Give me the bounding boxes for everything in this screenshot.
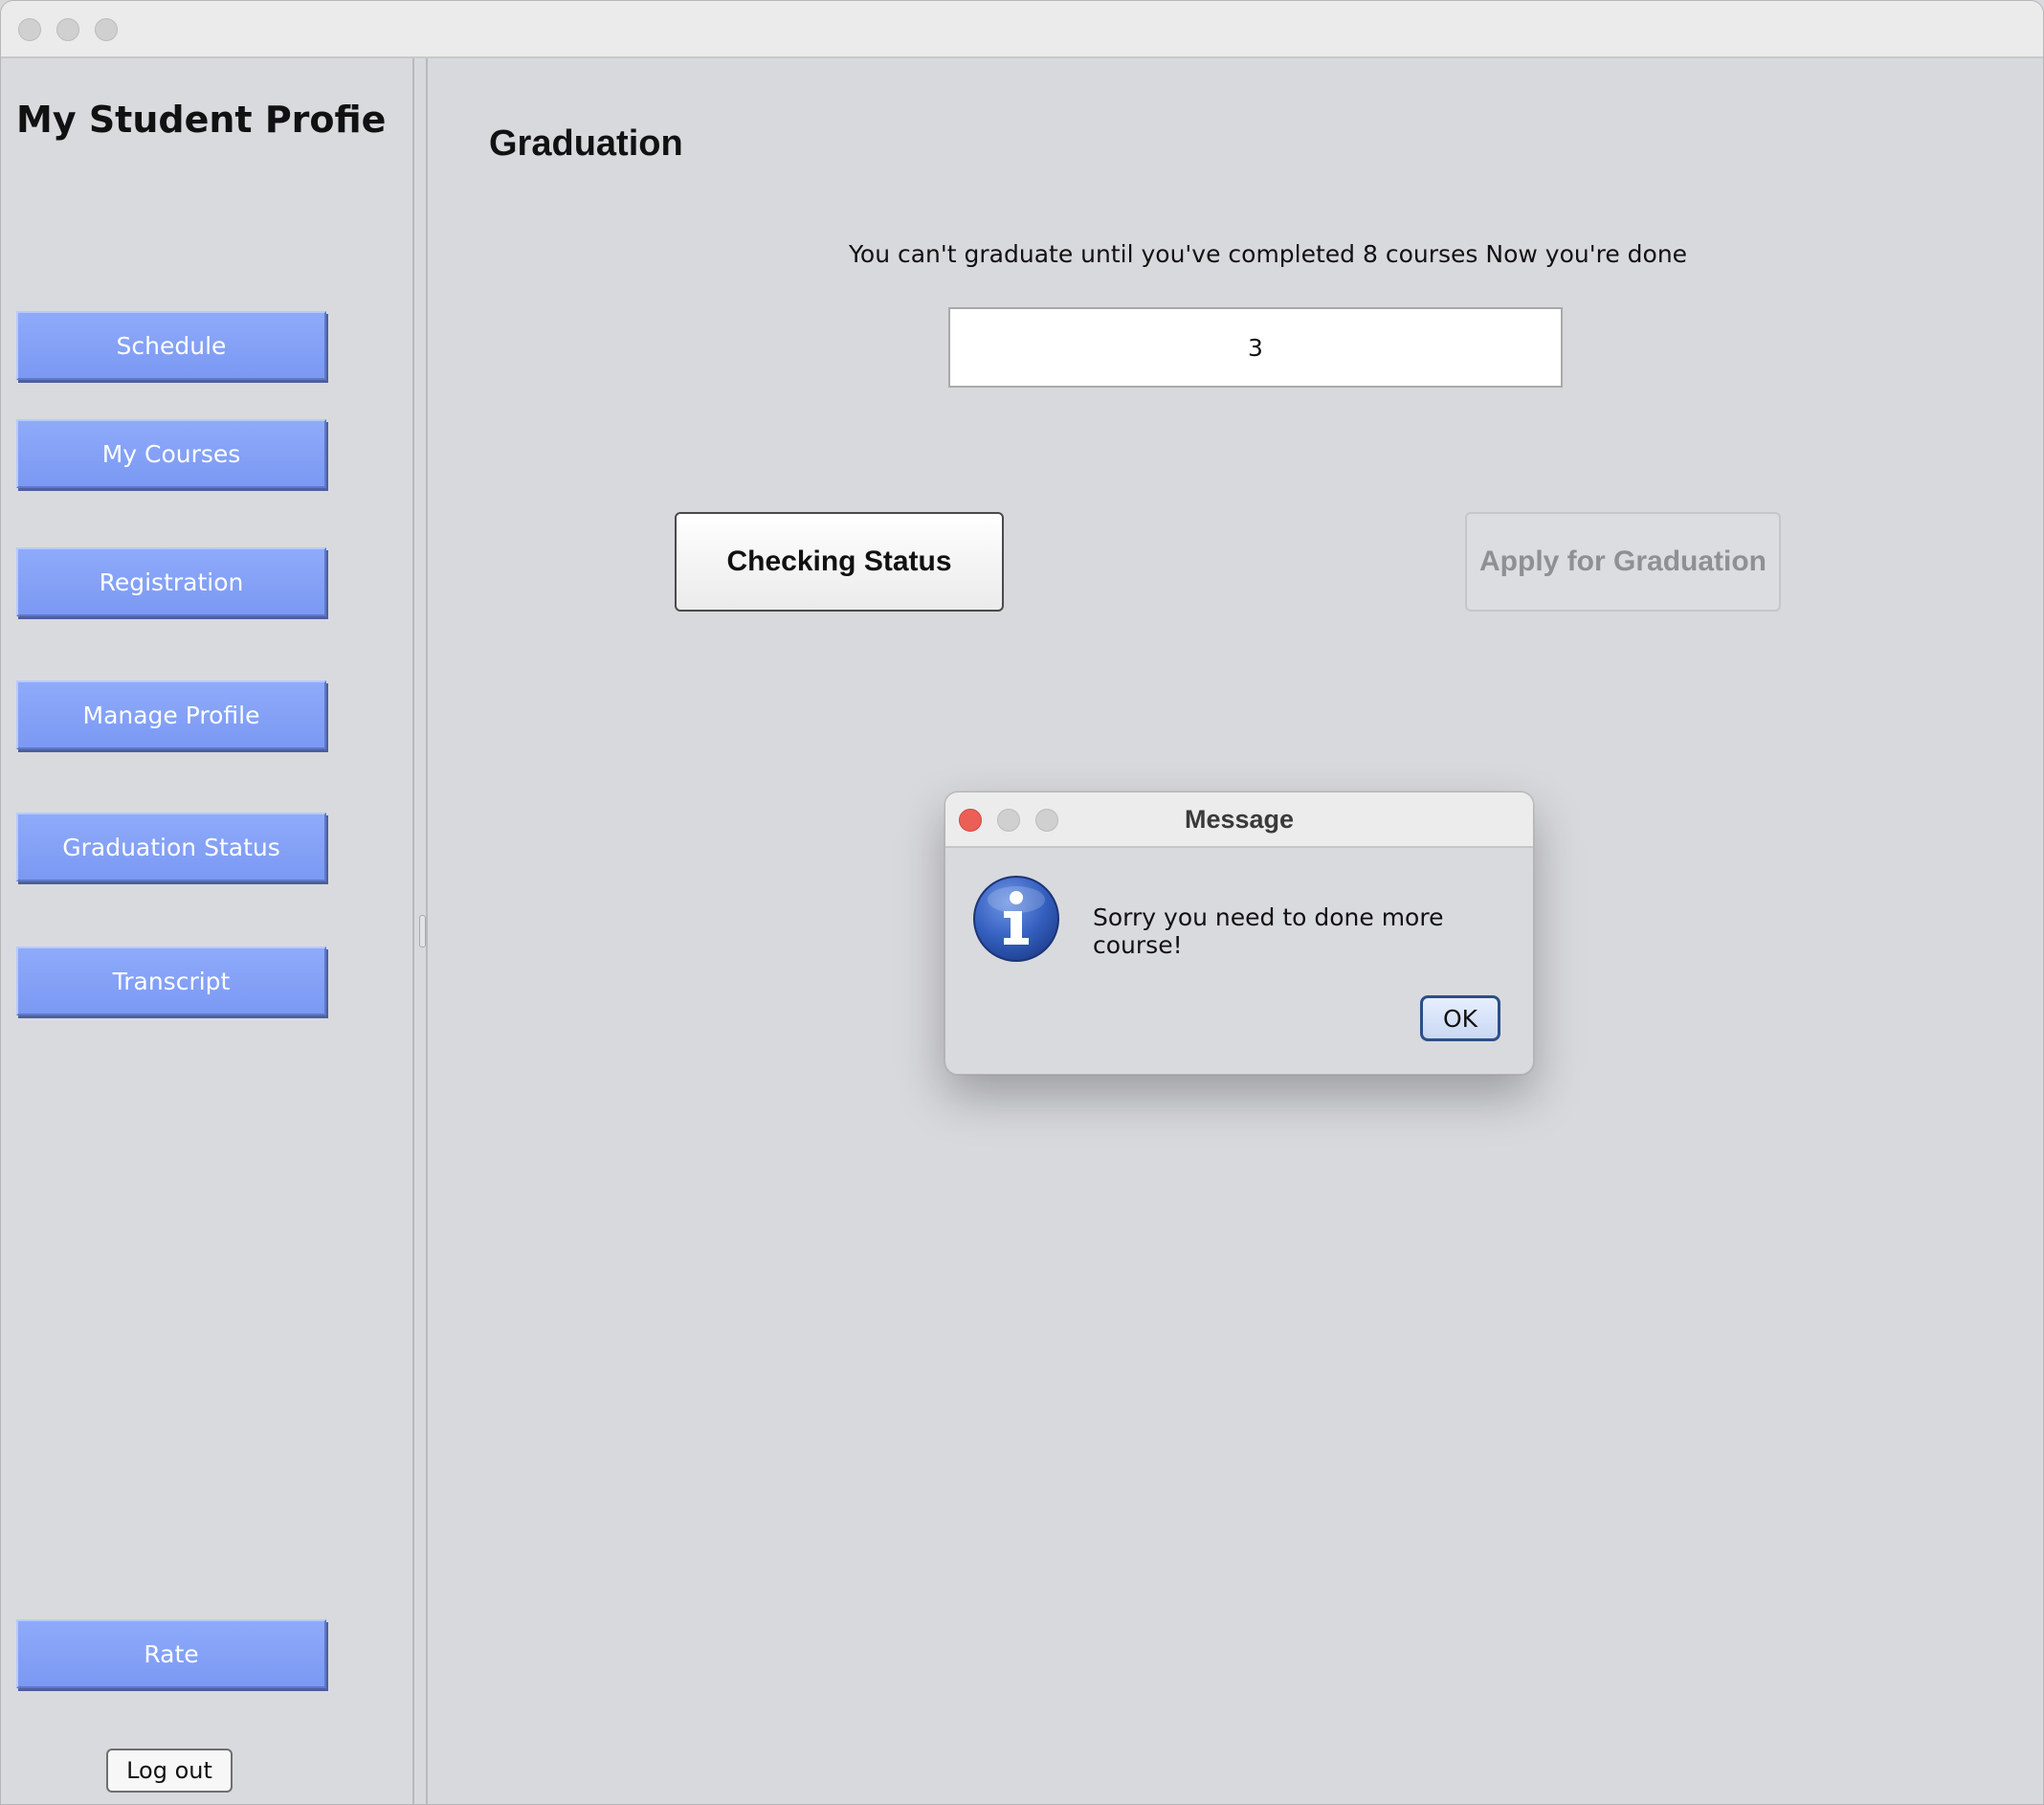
split-pane-grip[interactable]	[419, 915, 426, 947]
apply-for-graduation-button: Apply for Graduation	[1465, 512, 1781, 612]
my-courses-button[interactable]: My Courses	[16, 419, 326, 488]
sidebar-title: My Student Profie	[16, 99, 387, 141]
completed-courses-field[interactable]: 3	[948, 307, 1563, 388]
window-titlebar	[1, 1, 2043, 58]
window-minimize-button[interactable]	[56, 18, 79, 41]
message-dialog: Message Sorry you need to done more cour…	[944, 791, 1534, 1075]
main-window: My Student Profie Schedule My Courses Re…	[0, 0, 2044, 1805]
graduation-requirement-text: You can't graduate until you've complete…	[848, 240, 1688, 268]
window-zoom-button[interactable]	[95, 18, 118, 41]
dialog-title: Message	[1184, 805, 1295, 834]
manage-profile-button[interactable]: Manage Profile	[16, 680, 326, 749]
info-icon	[972, 875, 1060, 963]
schedule-button[interactable]: Schedule	[16, 311, 326, 380]
registration-button[interactable]: Registration	[16, 547, 326, 616]
transcript-button[interactable]: Transcript	[16, 947, 326, 1015]
logout-button[interactable]: Log out	[106, 1749, 233, 1793]
rate-button[interactable]: Rate	[16, 1619, 326, 1688]
dialog-titlebar: Message	[945, 792, 1533, 848]
page-title: Graduation	[489, 123, 683, 164]
checking-status-button[interactable]: Checking Status	[675, 512, 1004, 612]
window-close-button[interactable]	[18, 18, 41, 41]
graduation-status-button[interactable]: Graduation Status	[16, 813, 326, 881]
ok-button[interactable]: OK	[1420, 995, 1500, 1041]
dialog-message: Sorry you need to done more course!	[1093, 903, 1444, 959]
